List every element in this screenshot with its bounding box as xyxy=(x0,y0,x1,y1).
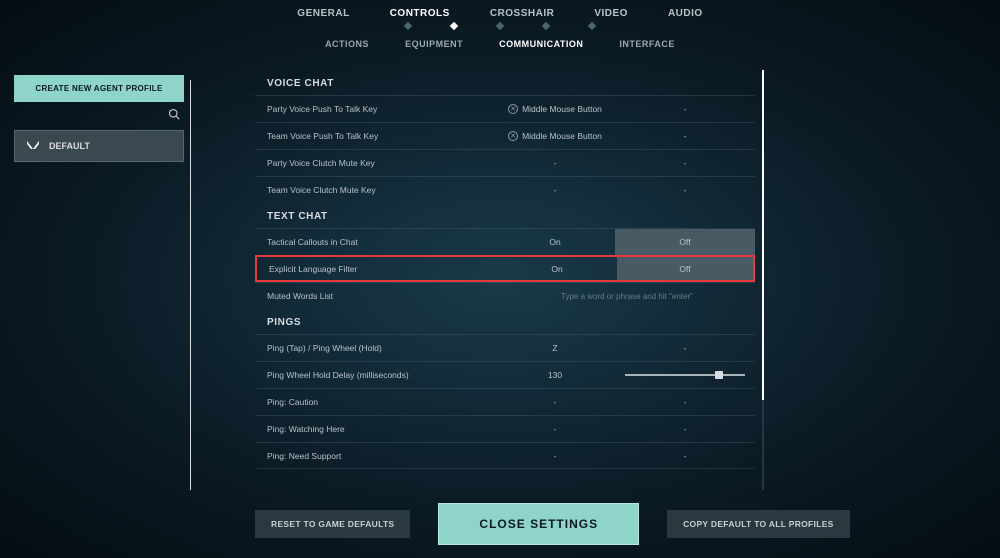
row-ping-support[interactable]: Ping: Need Support - - xyxy=(255,442,755,469)
close-settings-button[interactable]: CLOSE SETTINGS xyxy=(438,503,639,545)
row-label: Party Voice Push To Talk Key xyxy=(255,104,495,114)
row-ping-delay[interactable]: Ping Wheel Hold Delay (milliseconds) 130 xyxy=(255,361,755,388)
subnav-equipment[interactable]: EQUIPMENT xyxy=(405,39,463,49)
row-label: Tactical Callouts in Chat xyxy=(255,237,495,247)
row-label: Ping: Watching Here xyxy=(255,424,495,434)
subnav-interface[interactable]: INTERFACE xyxy=(619,39,675,49)
keybind-primary[interactable]: ✕Middle Mouse Button xyxy=(495,104,615,114)
sidebar-divider xyxy=(190,80,191,490)
sidebar: CREATE NEW AGENT PROFILE DEFAULT xyxy=(14,75,184,162)
keybind-secondary[interactable]: - xyxy=(615,343,755,353)
row-label: Ping: Caution xyxy=(255,397,495,407)
row-label: Team Voice Push To Talk Key xyxy=(255,131,495,141)
keybind-secondary[interactable]: - xyxy=(615,131,755,141)
row-label: Party Voice Clutch Mute Key xyxy=(255,158,495,168)
clear-icon[interactable]: ✕ xyxy=(508,104,518,114)
delay-slider[interactable] xyxy=(615,374,755,376)
row-label: Ping: Need Support xyxy=(255,451,495,461)
keybind-primary[interactable]: - xyxy=(495,158,615,168)
keybind-primary[interactable]: - xyxy=(495,451,615,461)
row-team-clutch[interactable]: Team Voice Clutch Mute Key - - xyxy=(255,176,755,203)
muted-words-input[interactable]: Type a word or phrase and hit "enter" xyxy=(495,292,755,301)
row-team-ptt[interactable]: Team Voice Push To Talk Key ✕Middle Mous… xyxy=(255,122,755,149)
keybind-primary[interactable]: - xyxy=(495,397,615,407)
create-profile-button[interactable]: CREATE NEW AGENT PROFILE xyxy=(14,75,184,102)
keybind-secondary[interactable]: - xyxy=(615,451,755,461)
row-ping-wheel[interactable]: Ping (Tap) / Ping Wheel (Hold) Z - xyxy=(255,334,755,361)
search-row xyxy=(14,102,184,126)
row-muted-words[interactable]: Muted Words List Type a word or phrase a… xyxy=(255,282,755,309)
scrollbar[interactable] xyxy=(762,70,764,490)
settings-main: VOICE CHAT Party Voice Push To Talk Key … xyxy=(255,70,755,488)
row-label: Explicit Language Filter xyxy=(257,264,497,274)
sub-nav: ACTIONS EQUIPMENT COMMUNICATION INTERFAC… xyxy=(0,29,1000,49)
toggle-off[interactable]: Off xyxy=(615,229,755,255)
subnav-actions[interactable]: ACTIONS xyxy=(325,39,369,49)
valorant-logo-icon xyxy=(25,138,41,154)
section-pings: PINGS xyxy=(255,309,755,334)
row-ping-watching[interactable]: Ping: Watching Here - - xyxy=(255,415,755,442)
row-explicit-filter[interactable]: Explicit Language Filter On Off xyxy=(255,255,755,282)
keybind-secondary[interactable]: - xyxy=(615,397,755,407)
keybind-secondary[interactable]: - xyxy=(615,185,755,195)
row-tactical-callouts[interactable]: Tactical Callouts in Chat On Off xyxy=(255,228,755,255)
section-text-chat: TEXT CHAT xyxy=(255,203,755,228)
row-label: Ping (Tap) / Ping Wheel (Hold) xyxy=(255,343,495,353)
bottom-bar: RESET TO GAME DEFAULTS CLOSE SETTINGS CO… xyxy=(255,503,850,545)
profile-label: DEFAULT xyxy=(49,141,90,151)
search-icon[interactable] xyxy=(168,108,180,120)
row-party-ptt[interactable]: Party Voice Push To Talk Key ✕Middle Mou… xyxy=(255,95,755,122)
slider-thumb[interactable] xyxy=(715,371,723,379)
profile-default[interactable]: DEFAULT xyxy=(14,130,184,162)
scrollbar-thumb[interactable] xyxy=(762,70,764,400)
nav-audio[interactable]: AUDIO xyxy=(668,8,703,27)
keybind-secondary[interactable]: - xyxy=(615,158,755,168)
delay-value[interactable]: 130 xyxy=(495,370,615,380)
keybind-secondary[interactable]: - xyxy=(615,424,755,434)
row-label: Muted Words List xyxy=(255,291,495,301)
nav-video[interactable]: VIDEO xyxy=(594,8,628,27)
row-label: Team Voice Clutch Mute Key xyxy=(255,185,495,195)
clear-icon[interactable]: ✕ xyxy=(508,131,518,141)
copy-profiles-button[interactable]: COPY DEFAULT TO ALL PROFILES xyxy=(667,510,850,538)
nav-controls[interactable]: CONTROLS xyxy=(390,8,450,27)
keybind-primary[interactable]: ✕Middle Mouse Button xyxy=(495,131,615,141)
row-ping-caution[interactable]: Ping: Caution - - xyxy=(255,388,755,415)
section-voice-chat: VOICE CHAT xyxy=(255,70,755,95)
reset-defaults-button[interactable]: RESET TO GAME DEFAULTS xyxy=(255,510,410,538)
toggle-on[interactable]: On xyxy=(497,264,617,274)
keybind-primary[interactable]: - xyxy=(495,185,615,195)
row-label: Ping Wheel Hold Delay (milliseconds) xyxy=(255,370,495,380)
keybind-primary[interactable]: - xyxy=(495,424,615,434)
keybind-primary[interactable]: Z xyxy=(495,343,615,353)
row-party-clutch[interactable]: Party Voice Clutch Mute Key - - xyxy=(255,149,755,176)
toggle-on[interactable]: On xyxy=(495,237,615,247)
toggle-off[interactable]: Off xyxy=(617,257,753,280)
keybind-secondary[interactable]: - xyxy=(615,104,755,114)
nav-general[interactable]: GENERAL xyxy=(297,8,349,27)
subnav-communication[interactable]: COMMUNICATION xyxy=(499,39,583,49)
